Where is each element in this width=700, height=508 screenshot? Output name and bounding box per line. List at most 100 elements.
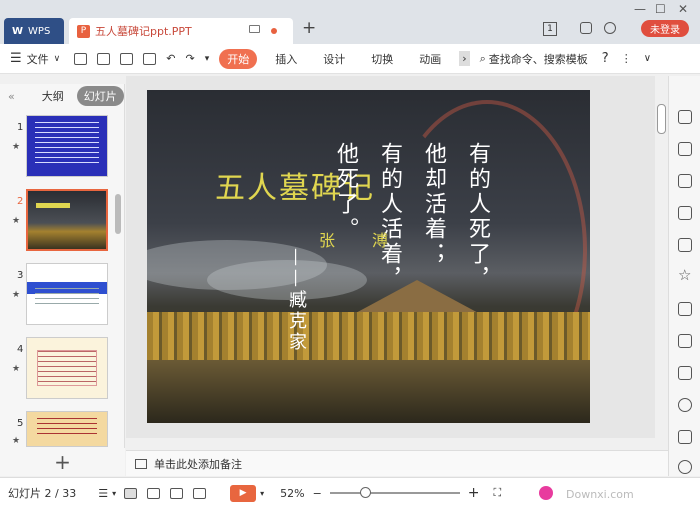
- slide-number: 5: [17, 418, 24, 429]
- fit-window-icon[interactable]: ⛶: [494, 486, 502, 500]
- close-button[interactable]: ✕: [678, 2, 688, 16]
- vertical-scrollbar[interactable]: [655, 76, 667, 448]
- adjust-settings-icon[interactable]: [678, 206, 692, 220]
- chevron-down-icon[interactable]: ▾: [112, 489, 116, 498]
- poem-line-3[interactable]: 有的人活着，: [377, 142, 402, 292]
- tab-slides[interactable]: 幻灯片: [76, 86, 124, 106]
- thumbnail-title-bar: [36, 203, 70, 208]
- help-icon[interactable]: ?: [602, 51, 609, 66]
- author-given-name[interactable]: 溥: [372, 227, 388, 251]
- monitor-icon[interactable]: [249, 25, 260, 33]
- zoom-level[interactable]: 52%: [280, 487, 304, 500]
- tab-transition[interactable]: 切换: [363, 49, 401, 69]
- print-icon[interactable]: [120, 52, 134, 65]
- ai-assist-icon[interactable]: [678, 110, 692, 124]
- reading-view-icon[interactable]: [170, 487, 184, 499]
- settings-icon[interactable]: [604, 22, 616, 34]
- skin-icon[interactable]: [580, 22, 592, 34]
- notes-placeholder: 单击此处添加备注: [154, 457, 242, 471]
- slide-number: 2: [17, 196, 24, 207]
- thumbnail-text-lines: [37, 350, 97, 386]
- poem-line-4[interactable]: 他死了。: [333, 142, 358, 242]
- play-slideshow-button[interactable]: ▶: [230, 484, 257, 502]
- restore-button[interactable]: ☐: [655, 2, 666, 16]
- slide-thumbnail-1[interactable]: [26, 115, 108, 177]
- image-icon[interactable]: [678, 366, 692, 380]
- command-search[interactable]: ⌕ 查找命令、搜索模板: [480, 51, 588, 67]
- normal-view-icon[interactable]: [124, 487, 138, 499]
- slide-thumbnail-5[interactable]: [26, 411, 108, 447]
- slide-number: 1: [17, 122, 24, 133]
- customize-dropdown-icon[interactable]: ▾: [205, 54, 210, 64]
- new-tab-button[interactable]: +: [302, 18, 316, 38]
- file-menu-label: 文件: [26, 52, 49, 66]
- poem-line-1[interactable]: 有的人死了，: [465, 142, 490, 292]
- poem-signature[interactable]: ——臧克家: [286, 248, 307, 353]
- zoom-slider[interactable]: [329, 487, 460, 498]
- remarks-toggle-icon[interactable]: ☰: [98, 487, 108, 500]
- assistant-icon[interactable]: [539, 486, 554, 500]
- tab-insert[interactable]: 插入: [267, 49, 305, 69]
- add-slide-button[interactable]: +: [0, 448, 125, 476]
- layout-icon[interactable]: [678, 142, 692, 156]
- share-icon[interactable]: [678, 334, 692, 348]
- panel-scrollbar[interactable]: [115, 194, 121, 234]
- notes-area[interactable]: 单击此处添加备注: [126, 450, 668, 476]
- archive-icon[interactable]: [678, 302, 692, 316]
- file-menu[interactable]: ☰ 文件 ∨: [10, 51, 60, 67]
- author-surname[interactable]: 张: [319, 227, 335, 251]
- slide-panel: « 大纲 幻灯片 1 ★ 2 ★ 3 ★ 4 ★ 5 ★: [0, 84, 125, 448]
- security-icon[interactable]: [678, 430, 692, 444]
- login-button[interactable]: 未登录: [641, 20, 689, 37]
- export-pdf-icon[interactable]: [97, 52, 111, 65]
- slide-thumbnail-2[interactable]: [26, 189, 108, 251]
- search-icon: ⌕: [479, 51, 486, 65]
- zoom-in-button[interactable]: +: [468, 485, 480, 501]
- ribbon-more-button[interactable]: ›: [459, 51, 470, 66]
- history-icon[interactable]: [678, 460, 692, 474]
- slide-sorter-icon[interactable]: [147, 487, 161, 499]
- slide-number: 3: [17, 270, 24, 281]
- poem-line-2[interactable]: 他却活着；: [421, 142, 446, 267]
- thumbnail-text-lines: [35, 122, 99, 166]
- animation-star-icon: ★: [12, 364, 21, 374]
- thumbnail-text-lines: [37, 418, 97, 438]
- ppt-file-icon: P: [77, 24, 90, 38]
- slide-thumbnail-3[interactable]: [26, 263, 108, 325]
- watermark: Downxi.com: [566, 488, 634, 501]
- right-sidebar: ☆: [668, 76, 700, 476]
- lake-shape: [147, 360, 590, 423]
- slide-2-view[interactable]: 五人墓碑记 有的人死了， 他却活着； 有的人活着， 他死了。 张 溥 ——臧克家: [147, 90, 590, 423]
- zoom-out-button[interactable]: −: [313, 487, 322, 500]
- tab-design[interactable]: 设计: [315, 49, 353, 69]
- presenter-view-icon[interactable]: [193, 487, 207, 499]
- slide-thumbnail-4[interactable]: [26, 337, 108, 399]
- tab-animation[interactable]: 动画: [411, 49, 449, 69]
- save-icon[interactable]: [74, 52, 88, 65]
- main-toolbar: ☰ 文件 ∨ ↶ ↷ ▾ 开始 插入 设计 切换 动画 › ⌕ 查找命令、搜索模…: [0, 44, 700, 74]
- hamburger-icon: ☰: [10, 51, 22, 66]
- tab-home[interactable]: 开始: [219, 48, 258, 69]
- redo-icon[interactable]: ↷: [185, 52, 194, 65]
- favorite-star-icon[interactable]: ☆: [678, 266, 691, 284]
- collapse-ribbon-icon[interactable]: ∨: [644, 53, 651, 64]
- object-select-icon[interactable]: [678, 174, 692, 188]
- horizontal-scrollbar[interactable]: [126, 438, 655, 448]
- zoom-slider-knob[interactable]: [359, 487, 371, 498]
- workspace-count-badge[interactable]: 1: [543, 22, 557, 36]
- more-options-icon[interactable]: ⋮: [621, 52, 632, 65]
- play-options-icon[interactable]: ▾: [260, 489, 264, 498]
- slide-counter: 幻灯片 2 / 33: [8, 487, 77, 500]
- print-preview-icon[interactable]: [143, 52, 157, 65]
- collapse-panel-icon[interactable]: «: [8, 90, 15, 103]
- tab-outline[interactable]: 大纲: [35, 86, 71, 106]
- sound-icon[interactable]: [678, 398, 692, 412]
- document-tab[interactable]: P 五人墓碑记ppt.PPT: [69, 18, 293, 44]
- unsaved-dot-icon: [271, 28, 277, 34]
- panel-tabs: « 大纲 幻灯片: [0, 84, 125, 108]
- slide-library-icon[interactable]: [678, 238, 692, 252]
- wps-home-tab[interactable]: W WPS: [4, 18, 64, 44]
- scrollbar-thumb[interactable]: [657, 104, 666, 134]
- minimize-button[interactable]: —: [634, 2, 646, 16]
- undo-icon[interactable]: ↶: [166, 52, 175, 65]
